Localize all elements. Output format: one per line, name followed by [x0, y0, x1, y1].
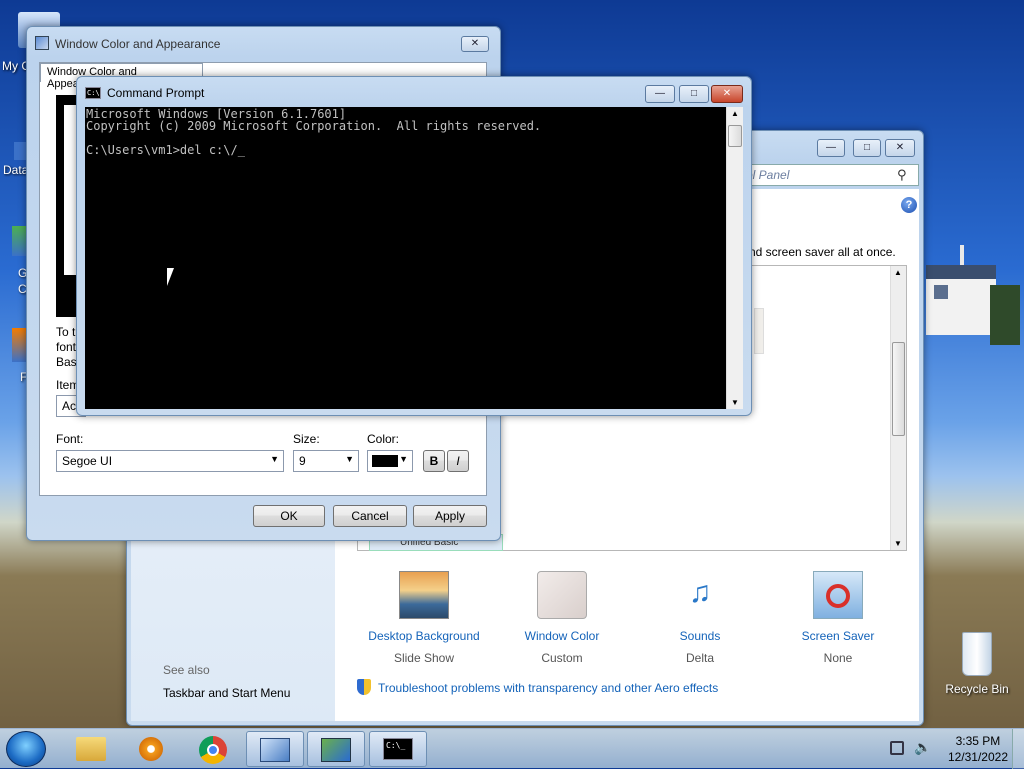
landscape-icon — [399, 571, 449, 619]
maximize-button[interactable]: □ — [853, 139, 881, 157]
dialog-title: Window Color and Appearance — [55, 37, 221, 51]
volume-icon[interactable]: 🔈 — [914, 739, 931, 756]
close-button[interactable]: ✕ — [711, 85, 743, 103]
personalization-taskbar-button[interactable] — [307, 731, 365, 767]
color-swatch — [372, 455, 398, 467]
network-icon[interactable] — [890, 741, 904, 755]
theme-list-scrollbar[interactable]: ▲ ▼ — [890, 266, 906, 550]
chrome-taskbar-button[interactable] — [184, 731, 242, 767]
search-icon[interactable]: ⚲ — [897, 167, 907, 183]
troubleshoot-link[interactable]: Troubleshoot problems with transparency … — [378, 681, 718, 695]
lighthouse-house-image — [920, 245, 1024, 345]
display-settings-icon — [35, 36, 49, 50]
desc-line-2: font — [56, 340, 77, 354]
sounds-link[interactable]: Sounds — [635, 629, 765, 643]
taskbar: C:\_ 🔈 3:35 PM 12/31/2022 — [0, 728, 1024, 769]
help-icon[interactable]: ? — [901, 197, 917, 213]
control-panel-taskbar-button[interactable] — [246, 731, 304, 767]
maximize-button[interactable]: □ — [679, 85, 709, 103]
recycle-bin[interactable]: Recycle Bin — [942, 632, 1012, 696]
cmd-title: Command Prompt — [107, 86, 205, 100]
size-dropdown[interactable]: 9 ▼ — [293, 450, 359, 472]
music-notes-icon: ♫ — [688, 576, 712, 609]
search-input[interactable]: ol Panel — [741, 164, 919, 186]
desktop-background-value: Slide Show — [393, 651, 455, 665]
console-line-2: Copyright (c) 2009 Microsoft Corporation… — [86, 119, 542, 133]
screensaver-icon — [813, 571, 863, 619]
close-button[interactable]: ✕ — [885, 139, 915, 157]
dialog-close-button[interactable]: ✕ — [461, 36, 489, 52]
media-player-icon — [139, 737, 163, 761]
scrollbar-thumb[interactable] — [728, 125, 742, 147]
clock-date: 12/31/2022 — [947, 750, 1008, 764]
screen-saver-item[interactable]: Screen Saver None — [773, 571, 903, 665]
theme-preview-fragment — [754, 308, 764, 354]
color-picker[interactable]: ▼ — [367, 450, 413, 472]
scroll-up-arrow-icon[interactable]: ▲ — [894, 268, 902, 277]
apply-button[interactable]: Apply — [413, 505, 487, 527]
cmd-window-icon: C:\ — [85, 87, 101, 99]
recycle-bin-label: Recycle Bin — [945, 682, 1009, 696]
cancel-button[interactable]: Cancel — [333, 505, 407, 527]
scroll-down-arrow-icon[interactable]: ▼ — [731, 398, 739, 407]
color-label: Color: — [367, 432, 400, 446]
window-color-item[interactable]: Window Color Custom — [497, 571, 627, 665]
chevron-down-icon: ▼ — [399, 454, 408, 464]
explorer-taskbar-button[interactable] — [62, 731, 120, 767]
desktop-icon-label-data[interactable]: Data — [3, 163, 28, 177]
console-output[interactable]: Microsoft Windows [Version 6.1.7601] Copy… — [85, 107, 726, 409]
display-icon — [321, 738, 351, 762]
shield-icon — [357, 679, 371, 695]
scrollbar-thumb[interactable] — [892, 342, 905, 436]
mouse-cursor-icon — [167, 268, 174, 286]
desktop-background-link[interactable]: Desktop Background — [359, 629, 489, 643]
desc-line-1: To t — [56, 325, 76, 339]
minimize-button[interactable]: — — [645, 85, 675, 103]
chevron-down-icon: ▼ — [270, 454, 279, 464]
screen-saver-value: None — [823, 651, 853, 665]
chevron-down-icon: ▼ — [345, 454, 354, 464]
minimize-button[interactable]: — — [817, 139, 845, 157]
ok-button[interactable]: OK — [253, 505, 325, 527]
screen-saver-link[interactable]: Screen Saver — [773, 629, 903, 643]
sounds-value: Delta — [685, 651, 714, 665]
clock-time: 3:35 PM — [955, 734, 1001, 748]
description-text: nd screen saver all at once. — [749, 245, 896, 259]
bold-button[interactable]: B — [423, 450, 445, 472]
scroll-up-arrow-icon[interactable]: ▲ — [731, 109, 739, 118]
desktop-background-item[interactable]: Desktop Background Slide Show — [359, 571, 489, 665]
chrome-icon — [199, 736, 227, 764]
clock[interactable]: 3:35 PM 12/31/2022 — [948, 733, 1008, 765]
color-swatch-icon — [537, 571, 587, 619]
recycle-bin-icon — [962, 632, 992, 676]
window-color-value: Custom — [541, 651, 583, 665]
scroll-down-arrow-icon[interactable]: ▼ — [894, 539, 902, 548]
font-label: Font: — [56, 432, 84, 446]
window-color-link[interactable]: Window Color — [497, 629, 627, 643]
control-panel-icon — [260, 738, 290, 762]
console-scrollbar[interactable]: ▲ ▼ — [726, 107, 743, 409]
start-button[interactable] — [6, 731, 46, 767]
font-value: Segoe UI — [62, 454, 113, 468]
console-line-4: C:\Users\vm1>del c:\/_ — [86, 143, 245, 157]
see-also-label: See also — [163, 663, 210, 677]
font-dropdown[interactable]: Segoe UI ▼ — [56, 450, 284, 472]
command-prompt-window: C:\ Command Prompt — □ ✕ Microsoft Windo… — [76, 76, 752, 416]
folder-icon — [76, 737, 106, 761]
media-player-taskbar-button[interactable] — [122, 731, 180, 767]
cmd-icon: C:\_ — [383, 738, 413, 760]
show-desktop-button[interactable] — [1012, 729, 1024, 769]
size-label: Size: — [293, 432, 320, 446]
sounds-item[interactable]: ♫ Sounds Delta — [635, 571, 765, 665]
italic-button[interactable]: I — [447, 450, 469, 472]
cmd-taskbar-button[interactable]: C:\_ — [369, 731, 427, 767]
taskbar-start-menu-link[interactable]: Taskbar and Start Menu — [163, 686, 290, 700]
size-value: 9 — [299, 454, 306, 468]
